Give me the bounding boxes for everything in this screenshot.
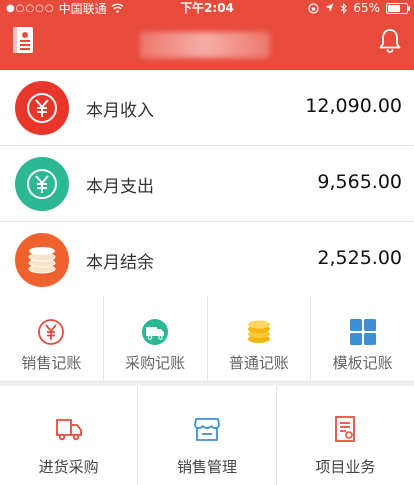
purchase-entry-button[interactable]: 采购记账 [104,295,208,381]
truck-icon [142,319,169,345]
nav-bar [0,16,414,70]
summary-label: 本月结余 [86,253,154,273]
quick-action-label: 模板记账 [332,354,393,372]
summary-label: 本月收入 [86,101,154,121]
module-label: 销售管理 [176,458,237,476]
bluetooth-icon [340,2,348,14]
quick-action-label: 销售记账 [21,354,82,372]
account-book-icon[interactable] [12,26,34,54]
summary-amount: 2,525.00 [317,247,402,269]
summary-row-income[interactable]: 本月收入 12,090.00 [0,70,414,146]
template-entry-button[interactable]: 模板记账 [311,295,414,381]
summary-row-expense[interactable]: 本月支出 9,565.00 [0,146,414,222]
header: ●○○○○ 中国联通 下午2:04 65% [0,0,414,70]
location-icon [325,3,334,12]
coins-icon [247,320,270,343]
purchase-module-button[interactable]: 进货采购 [0,386,139,485]
bell-icon[interactable] [378,28,402,54]
project-module-button[interactable]: 项目业务 [277,386,414,485]
blurred-title [140,32,270,58]
truck-outline-icon [55,419,82,441]
summary-label: 本月支出 [86,177,154,197]
orientation-lock-icon [308,2,319,14]
yuan-icon [15,81,69,135]
coins-icon [15,233,69,287]
quick-action-label: 采购记账 [125,354,186,372]
quick-actions: 销售记账 采购记账 普通记账 模板记账 [0,295,414,382]
yuan-icon [15,157,69,211]
summary-amount: 12,090.00 [305,95,402,117]
battery-fill [388,4,400,12]
sales-entry-button[interactable]: 销售记账 [0,295,104,381]
battery-percent: 65% [353,1,380,15]
sales-module-button[interactable]: 销售管理 [138,386,277,485]
store-icon [194,418,220,441]
battery-icon [386,2,410,14]
status-bar: ●○○○○ 中国联通 下午2:04 65% [0,0,414,16]
quick-action-label: 普通记账 [228,354,289,372]
module-grid: 进货采购 销售管理 项目业务 [0,386,414,485]
yuan-outline-icon [38,319,65,345]
monthly-summary: 本月收入 12,090.00 本月支出 9,565.00 本月结余 2,525.… [0,70,414,298]
grid-icon [349,319,376,345]
summary-row-balance[interactable]: 本月结余 2,525.00 [0,222,414,298]
document-icon [335,416,356,442]
module-label: 进货采购 [38,458,99,476]
general-entry-button[interactable]: 普通记账 [208,295,312,381]
summary-amount: 9,565.00 [317,171,402,193]
module-label: 项目业务 [315,458,376,476]
